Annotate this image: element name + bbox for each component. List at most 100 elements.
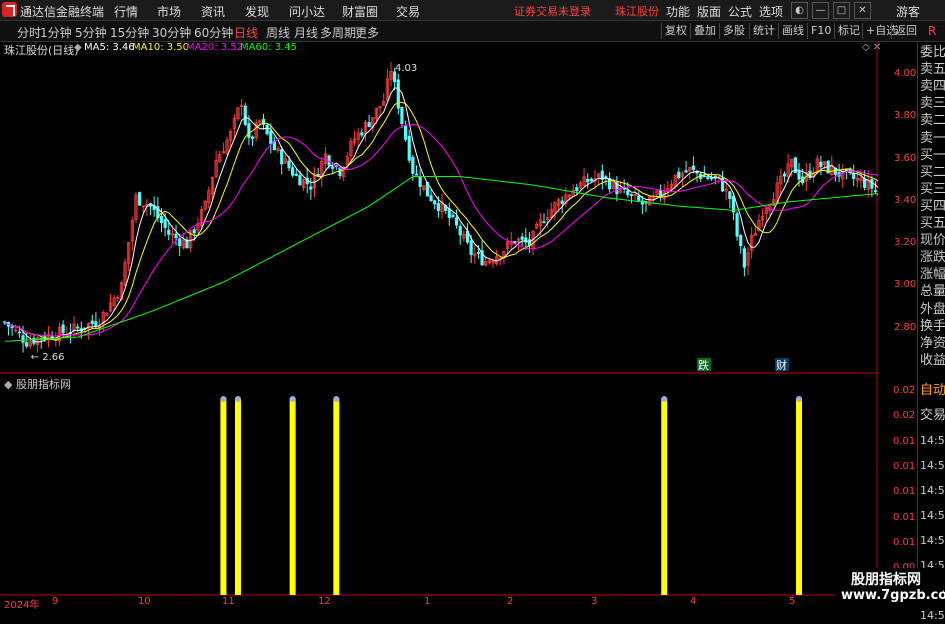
date-tick: 10 xyxy=(138,596,151,607)
candle-body xyxy=(368,123,370,127)
candle-body xyxy=(452,215,454,216)
candle-body xyxy=(168,230,170,234)
date-tick: 3 xyxy=(591,596,597,607)
candle-body xyxy=(798,171,800,179)
refresh-icon[interactable]: R xyxy=(928,24,936,38)
period-tab-7[interactable]: 周线 xyxy=(266,24,290,41)
candle-body xyxy=(678,172,680,178)
period-tab-6[interactable]: 日线 xyxy=(234,24,258,41)
candle-body xyxy=(470,241,472,255)
candle-body xyxy=(270,131,272,143)
low-price-marker: ← 2.66 xyxy=(31,352,65,363)
side-trade-1[interactable]: 交易 xyxy=(920,407,945,424)
candle-body xyxy=(25,343,27,347)
app-logo-icon xyxy=(2,2,17,17)
menu-item-2[interactable]: 资讯 xyxy=(201,3,225,20)
maximize-icon[interactable]: □ xyxy=(833,2,850,19)
menu-item-1[interactable]: 市场 xyxy=(157,3,181,20)
signal-bar xyxy=(220,398,226,595)
candle-body xyxy=(18,332,20,333)
side-trade-3: 14:55 xyxy=(920,457,945,474)
event-flag-1-text: 跌 xyxy=(698,358,709,372)
menu-item-3[interactable]: 发现 xyxy=(245,3,269,20)
candle-body xyxy=(295,174,297,175)
tool-button-8[interactable]: 返回 xyxy=(891,23,920,39)
tool-button-2[interactable]: 多股 xyxy=(719,23,748,39)
candle-body xyxy=(692,166,694,169)
top-link-3[interactable]: 选项 xyxy=(759,3,783,20)
candle-body xyxy=(164,220,166,228)
theme-icon[interactable]: ◐ xyxy=(791,2,808,19)
candle-body xyxy=(178,239,180,246)
current-stock-label[interactable]: 珠江股份 xyxy=(615,3,659,19)
candle-body xyxy=(251,137,253,139)
candle-body xyxy=(62,325,64,333)
candle-body xyxy=(820,162,822,166)
date-tick: 1 xyxy=(424,596,430,607)
candle-body xyxy=(590,179,592,180)
login-status[interactable]: 证券交易未登录 xyxy=(514,3,591,19)
candle-body xyxy=(288,161,290,168)
menu-bar: 通达信金融终端 行情市场资讯发现问小达财富圈交易 证券交易未登录 珠江股份 功能… xyxy=(0,0,945,21)
candle-body xyxy=(576,188,578,191)
candle-body xyxy=(437,204,439,211)
menu-item-0[interactable]: 行情 xyxy=(114,3,138,20)
top-link-2[interactable]: 公式 xyxy=(728,3,752,20)
tool-button-0[interactable]: 复权 xyxy=(661,23,690,39)
menu-item-4[interactable]: 问小达 xyxy=(289,3,325,20)
menu-item-5[interactable]: 财富圈 xyxy=(342,3,378,20)
candle-body xyxy=(455,218,457,225)
side-trade-6: 14:56 xyxy=(920,532,945,549)
candle-body xyxy=(22,336,24,343)
candle-body xyxy=(281,150,283,164)
top-link-0[interactable]: 功能 xyxy=(666,3,690,20)
guest-user[interactable]: 游客 xyxy=(896,3,920,20)
candle-body xyxy=(871,180,873,189)
period-tab-10[interactable]: 更多 xyxy=(355,24,379,41)
side-quote-12: 涨跌 xyxy=(920,249,945,266)
period-tab-4[interactable]: 30分钟 xyxy=(152,24,191,41)
candle-body xyxy=(299,176,301,185)
candle-body xyxy=(397,80,399,108)
period-tab-1[interactable]: 1分钟 xyxy=(40,24,72,41)
candle-body xyxy=(175,234,177,238)
menu-item-6[interactable]: 交易 xyxy=(396,3,420,20)
candle-body xyxy=(408,136,410,160)
side-quote-3: 卖三 xyxy=(920,95,945,112)
candle-body xyxy=(514,242,516,244)
candle-body xyxy=(193,230,195,233)
tool-button-4[interactable]: 画线 xyxy=(778,23,807,39)
kline-chart[interactable]: 4.03← 2.66跌财 xyxy=(0,42,878,597)
candle-body xyxy=(783,174,785,176)
period-tab-2[interactable]: 5分钟 xyxy=(75,24,107,41)
period-tab-0[interactable]: 分时 xyxy=(17,24,41,41)
candle-body xyxy=(638,196,640,200)
tool-button-5[interactable]: F10 xyxy=(807,23,834,39)
candle-body xyxy=(76,327,78,328)
candle-body xyxy=(743,249,745,267)
period-tab-8[interactable]: 月线 xyxy=(294,24,318,41)
tool-button-6[interactable]: 标记 xyxy=(834,23,863,39)
side-quote-11: 现价 xyxy=(920,232,945,249)
tool-button-3[interactable]: 统计 xyxy=(749,23,778,39)
period-tab-3[interactable]: 15分钟 xyxy=(110,24,149,41)
side-quote-9: 买四 xyxy=(920,198,945,215)
side-trade-0[interactable]: 自动 xyxy=(920,382,945,399)
candle-body xyxy=(459,227,461,235)
close-icon[interactable]: ✕ xyxy=(854,2,871,19)
side-quote-13: 涨幅 xyxy=(920,266,945,283)
top-link-1[interactable]: 版面 xyxy=(697,3,721,20)
date-tick: 4 xyxy=(690,596,696,607)
period-tab-9[interactable]: 多周期 xyxy=(320,24,356,41)
side-trade-9: 14:56 xyxy=(920,607,945,624)
candle-body xyxy=(736,214,738,237)
minimize-icon[interactable]: — xyxy=(812,2,829,19)
site-watermark: 股朋指标网 www.7gpzb.com xyxy=(835,568,943,606)
period-tab-5[interactable]: 60分钟 xyxy=(194,24,233,41)
candle-body xyxy=(361,133,363,135)
tool-button-1[interactable]: 叠加 xyxy=(690,23,719,39)
candle-body xyxy=(415,174,417,175)
candle-body xyxy=(160,216,162,222)
side-trade-4: 14:56 xyxy=(920,482,945,499)
candle-body xyxy=(863,179,865,188)
